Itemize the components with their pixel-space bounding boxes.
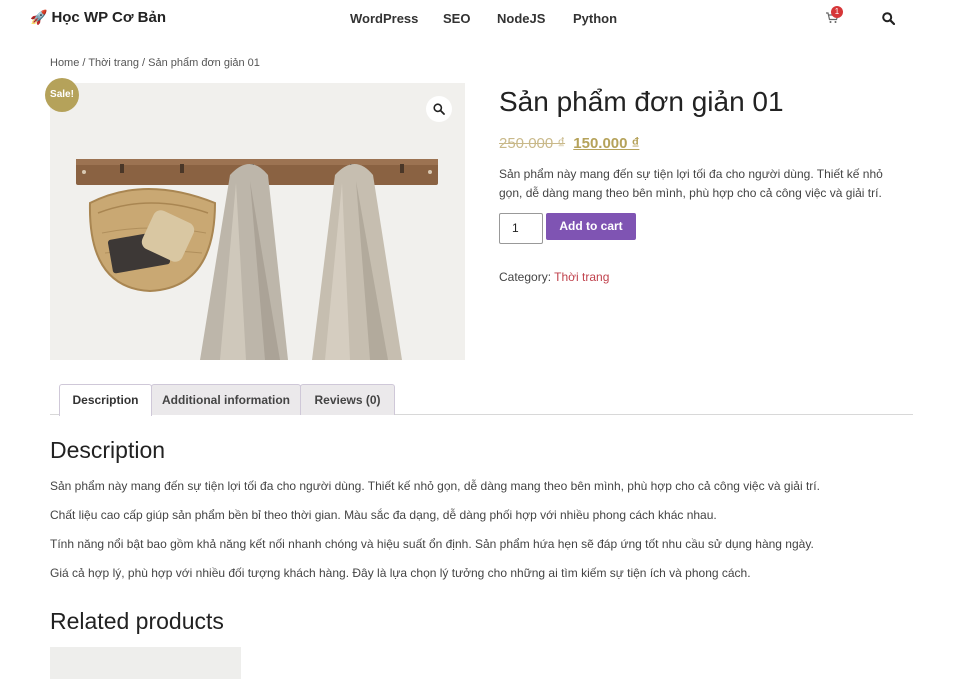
nav-item-nodejs[interactable]: NodeJS: [497, 11, 573, 26]
search-icon: [882, 12, 896, 26]
regular-price: 250.000 ₫: [499, 135, 566, 152]
site-logo[interactable]: 🚀 Học WP Cơ Bản: [30, 9, 166, 26]
breadcrumb-separator: /: [79, 57, 89, 69]
tab-reviews[interactable]: Reviews (0): [300, 384, 395, 415]
category-label: Category:: [499, 270, 555, 284]
zoom-button[interactable]: [426, 96, 452, 122]
breadcrumb-category[interactable]: Thời trang: [88, 57, 139, 69]
search-button[interactable]: [882, 12, 896, 30]
sale-price: 150.000 ₫: [573, 135, 640, 152]
description-paragraph: Chất liệu cao cấp giúp sản phẩm bền bỉ t…: [50, 508, 717, 522]
nav-item-seo[interactable]: SEO: [443, 11, 497, 26]
tab-additional-information[interactable]: Additional information: [151, 384, 301, 415]
breadcrumb-home[interactable]: Home: [50, 57, 79, 69]
short-description: Sản phẩm này mang đến sự tiện lợi tối đa…: [499, 167, 883, 200]
product-image[interactable]: [50, 83, 465, 360]
main-nav: WordPress SEO NodeJS Python: [334, 11, 633, 26]
quantity-input[interactable]: 1: [499, 213, 543, 244]
towel-rack-photo: [50, 83, 465, 360]
product-title: Sản phẩm đơn giản 01: [499, 86, 784, 117]
related-product-image[interactable]: [50, 647, 241, 679]
breadcrumb-current: Sản phẩm đơn giản 01: [148, 57, 260, 69]
breadcrumb-separator: /: [138, 57, 149, 69]
tab-description[interactable]: Description: [59, 384, 152, 416]
description-paragraph: Sản phẩm này mang đến sự tiện lợi tối đa…: [50, 479, 820, 493]
nav-item-wordpress[interactable]: WordPress: [334, 11, 443, 26]
related-products-heading: Related products: [50, 608, 224, 634]
sale-badge: Sale!: [45, 78, 79, 112]
description-heading: Description: [50, 437, 166, 463]
category-link[interactable]: Thời trang: [554, 270, 609, 284]
product-category: Category: Thời trang: [499, 270, 609, 284]
description-paragraph: Tính năng nổi bật bao gồm khả năng kết n…: [50, 537, 814, 551]
cart-count-badge: 1: [831, 6, 843, 18]
description-paragraph: Giá cả hợp lý, phù hợp với nhiều đối tượ…: [50, 566, 751, 580]
add-to-cart-button[interactable]: Add to cart: [546, 213, 636, 240]
rocket-icon: 🚀: [30, 9, 48, 25]
nav-item-python[interactable]: Python: [573, 11, 633, 26]
site-title: Học WP Cơ Bản: [51, 9, 167, 26]
zoom-icon: [433, 103, 445, 115]
site-header: 🚀 Học WP Cơ Bản WordPress SEO NodeJS Pyt…: [0, 0, 960, 38]
cart-button[interactable]: 1: [825, 6, 843, 24]
breadcrumb: Home / Thời trang / Sản phẩm đơn giản 01: [50, 57, 260, 69]
product-price: 250.000 ₫ 150.000 ₫: [499, 135, 639, 152]
